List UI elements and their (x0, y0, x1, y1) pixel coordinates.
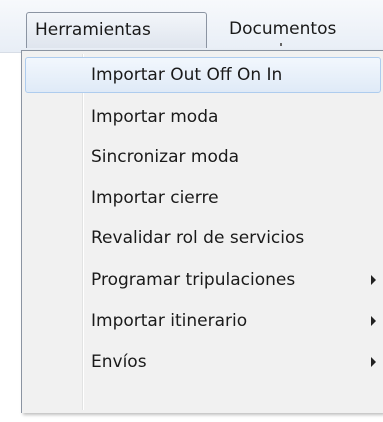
menu-item-revalidar-rol-de-servicios[interactable]: Revalidar rol de servicios (25, 220, 381, 256)
menu-item-label: Revalidar rol de servicios (91, 228, 305, 248)
menu-item-label: Envíos (91, 352, 147, 372)
chevron-right-icon (371, 275, 376, 285)
chevron-right-icon (371, 357, 376, 367)
menu-bar: Herramientas Documentos (0, 0, 383, 53)
menu-item-label: Importar Out Off On In (91, 65, 283, 85)
menu-herramientas-label: Herramientas (35, 20, 151, 40)
herramientas-dropdown-menu: Importar Out Off On In Importar moda Sin… (21, 50, 383, 413)
menu-item-programar-tripulaciones[interactable]: Programar tripulaciones (25, 262, 381, 298)
menu-item-label: Programar tripulaciones (91, 270, 296, 290)
chevron-right-icon (371, 316, 376, 326)
menu-documentos-label: Documentos (229, 19, 337, 39)
app-window: Herramientas Documentos Importar Out Off… (0, 0, 383, 422)
menu-item-label: Importar cierre (91, 188, 219, 208)
menu-item-sincronizar-moda[interactable]: Sincronizar moda (25, 139, 381, 175)
menu-item-label: Importar itinerario (91, 311, 248, 331)
menu-item-importar-itinerario[interactable]: Importar itinerario (25, 303, 381, 339)
menu-item-label: Importar moda (91, 107, 219, 127)
menu-item-envios[interactable]: Envíos (25, 344, 381, 380)
menu-item-importar-out-off-on-in[interactable]: Importar Out Off On In (25, 57, 381, 93)
cursor-tick (280, 43, 282, 46)
menu-documentos[interactable]: Documentos (229, 12, 336, 46)
menu-item-importar-cierre[interactable]: Importar cierre (25, 180, 381, 216)
menu-item-importar-moda[interactable]: Importar moda (25, 99, 381, 135)
menu-herramientas[interactable]: Herramientas (26, 12, 207, 48)
menu-item-label: Sincronizar moda (91, 147, 240, 167)
